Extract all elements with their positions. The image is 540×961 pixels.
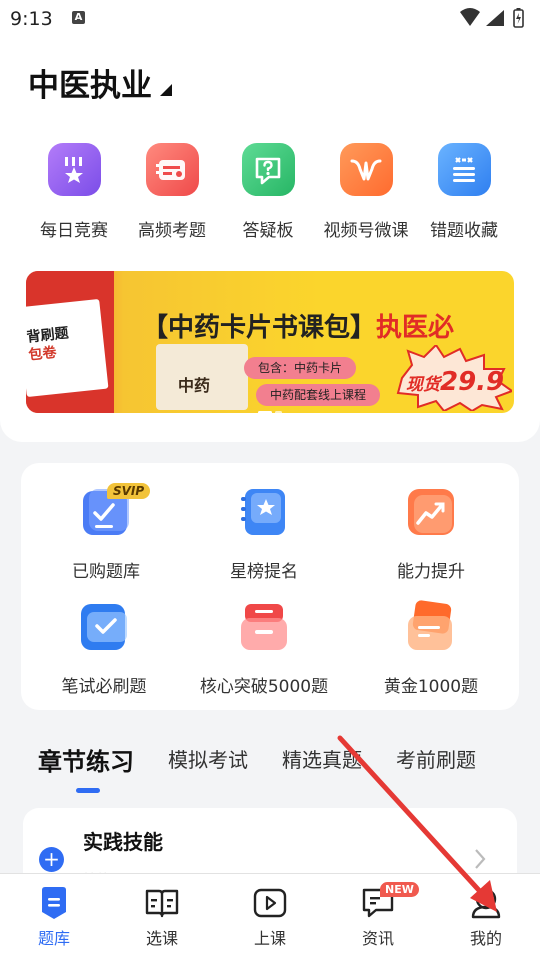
quick-action-label: 高频考题: [138, 221, 206, 241]
banner-pagination: [258, 399, 285, 413]
archive-box-icon: [237, 600, 291, 654]
feature-label: 能力提升: [397, 562, 465, 582]
bottom-nav: 题库 选课 上课 NEW 资讯 我的: [0, 873, 540, 961]
features-card: SVIP 已购题库 星榜提名 能力提升 笔试必刷题 核心突破5000题 黄金10…: [21, 463, 519, 710]
nav-label: 我的: [469, 929, 502, 948]
feature-label: 星榜提名: [230, 562, 298, 582]
status-icons: [458, 7, 530, 33]
feature-gold-1000[interactable]: 黄金1000题: [351, 600, 511, 697]
feature-skill-boost[interactable]: 能力提升: [351, 485, 511, 582]
tab-mock-exam[interactable]: 模拟考试: [168, 744, 248, 773]
quick-action-daily-contest[interactable]: 每日竞赛: [24, 143, 124, 241]
nav-attend-class[interactable]: 上课: [230, 886, 310, 949]
trophy-icon: [47, 143, 101, 196]
feature-must-do-written[interactable]: 笔试必刷题: [24, 600, 184, 697]
banner-price-prefix: 现货: [406, 375, 440, 395]
check-card-icon: [77, 600, 131, 654]
tab-pre-exam-drill[interactable]: 考前刷题: [396, 744, 476, 773]
banner-price: 现货29.9: [406, 367, 504, 397]
quick-action-qa-board[interactable]: 答疑板: [218, 143, 318, 241]
banner-dot-active: [258, 411, 272, 413]
quick-action-video-lessons[interactable]: 视频号微课: [316, 143, 416, 241]
practice-tabs: 章节练习 模拟考试 精选真题 考前刷题: [0, 744, 540, 784]
quick-action-label: 错题收藏: [430, 221, 498, 241]
quick-action-label: 每日竞赛: [40, 221, 108, 241]
nav-news[interactable]: NEW 资讯: [338, 882, 419, 949]
tab-selected-real-questions[interactable]: 精选真题: [282, 744, 362, 773]
question-icon: [241, 143, 295, 196]
banner-price-value: 29.9: [440, 367, 505, 397]
banner-book-subtitle: 包卷: [27, 344, 58, 364]
tab-chapter-practice[interactable]: 章节练习: [38, 742, 134, 777]
question-bank-icon: [14, 886, 94, 920]
promo-banner[interactable]: 背刷题 包卷 【中药卡片书课包】执医必 中药 包含：中药卡片 中药配套线上课程 …: [26, 271, 514, 413]
gold-cards-icon: [404, 600, 458, 654]
status-bar: 9:13 A: [0, 0, 540, 38]
banner-product-box: 中药: [156, 344, 248, 410]
video-channel-icon: [339, 143, 393, 196]
quick-action-wrong-questions[interactable]: 错题收藏: [414, 143, 514, 241]
play-icon: [230, 886, 310, 920]
nav-profile[interactable]: 我的: [446, 886, 526, 949]
banner-book-image: 背刷题 包卷: [26, 298, 109, 398]
nav-label: 题库: [37, 929, 70, 948]
caret-icon[interactable]: [159, 83, 173, 97]
chapter-title: 实践技能: [83, 830, 163, 854]
wifi-icon: [460, 8, 480, 26]
banner-headline-red: 执医必: [376, 313, 455, 343]
wrong-list-icon: [437, 143, 491, 196]
banner-pill-contents: 包含：中药卡片: [244, 357, 357, 379]
profile-icon: [446, 886, 526, 920]
feature-core-5000[interactable]: 核心突破5000题: [184, 600, 344, 697]
chevron-right-icon[interactable]: [473, 848, 487, 870]
chart-up-icon: [404, 485, 458, 539]
svip-badge: SVIP: [107, 483, 151, 499]
banner-box-text: 中药: [178, 376, 211, 395]
feature-label: 已购题库: [72, 562, 140, 582]
battery-icon: [513, 8, 524, 28]
exam-category-title[interactable]: 中医执业: [28, 60, 152, 105]
feature-star-list[interactable]: 星榜提名: [184, 485, 344, 582]
feature-label: 笔试必刷题: [61, 677, 147, 697]
quick-action-high-frequency[interactable]: 高频考题: [122, 143, 222, 241]
new-badge: NEW: [380, 882, 419, 897]
nav-label: 上课: [253, 929, 286, 948]
notification-icon: A: [72, 11, 85, 24]
quick-action-label: 答疑板: [242, 221, 294, 241]
quick-action-label: 视频号微课: [323, 221, 409, 241]
book-open-icon: [122, 886, 202, 920]
nav-label: 资讯: [361, 929, 394, 948]
banner-headline: 【中药卡片书课包】执医必: [142, 307, 454, 344]
active-tab-indicator: [76, 788, 100, 793]
card-icon: [145, 143, 199, 196]
feature-purchased-bank[interactable]: SVIP 已购题库: [26, 483, 186, 582]
feature-label: 核心突破5000题: [199, 677, 329, 697]
status-time: 9:13: [10, 8, 53, 30]
news-icon: NEW: [338, 882, 419, 920]
star-notebook-icon: [237, 485, 291, 539]
nav-question-bank[interactable]: 题库: [14, 886, 94, 949]
purchased-bank-icon: SVIP: [79, 483, 151, 539]
signal-icon: [486, 10, 504, 26]
feature-label: 黄金1000题: [383, 677, 479, 697]
banner-dot: [275, 411, 282, 413]
nav-label: 选课: [145, 929, 178, 948]
banner-headline-black: 【中药卡片书课包】: [142, 313, 377, 343]
nav-select-course[interactable]: 选课: [122, 886, 202, 949]
expand-plus-icon[interactable]: +: [39, 847, 64, 872]
